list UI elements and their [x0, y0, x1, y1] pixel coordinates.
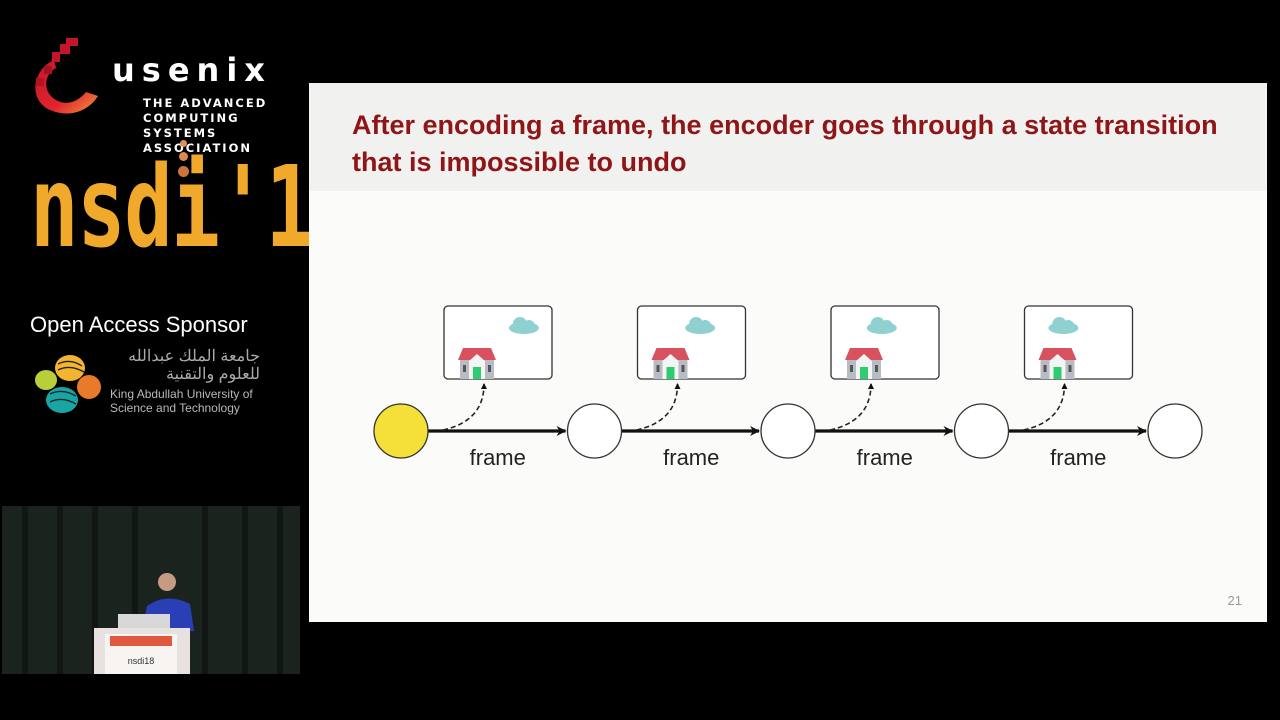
dashed-arrow: [442, 383, 487, 431]
arabic-line: للعلوم والتقنية: [165, 366, 260, 383]
transition-label: frame: [470, 445, 526, 470]
kaust-arabic-name: جامعة الملك عبدالله للعلوم والتقنية: [110, 348, 260, 384]
house-window: [463, 365, 466, 372]
page-number: 21: [1227, 593, 1242, 608]
frame-image: [443, 305, 553, 380]
slide: After encoding a frame, the encoder goes…: [309, 83, 1267, 622]
transition-label: frame: [1050, 445, 1106, 470]
frame-image: [1023, 305, 1134, 380]
frame-image: [830, 305, 940, 380]
dashed-arrow: [636, 383, 681, 431]
dashed-arrow: [829, 383, 874, 431]
initial-state-node: [373, 403, 429, 459]
house-window: [1043, 365, 1047, 372]
house-door: [1053, 367, 1062, 379]
house-door: [473, 367, 481, 379]
usenix-swoosh-icon: [35, 38, 98, 114]
state-node: [566, 403, 623, 459]
state-node: [760, 403, 816, 459]
dashed-arrow: [1023, 383, 1068, 431]
house-icon: [651, 348, 690, 379]
house-window: [850, 365, 853, 372]
cloud-shape: [699, 320, 712, 332]
tagline-line: COMPUTING SYSTEMS: [143, 111, 240, 140]
sidebar: usenix THE ADVANCED COMPUTING SYSTEMS AS…: [0, 0, 361, 720]
usenix-logo: usenix THE ADVANCED COMPUTING SYSTEMS AS…: [26, 30, 296, 155]
speaker-figure: nsdi18: [94, 573, 194, 674]
house-door: [860, 367, 868, 379]
podium-text: nsdi18: [128, 656, 155, 666]
transition-label: frame: [857, 445, 913, 470]
kaust-logo-icon: [35, 355, 101, 413]
tagline-line: THE ADVANCED: [143, 96, 268, 110]
house-window: [681, 365, 685, 372]
house-icon: [458, 348, 496, 379]
arabic-line: جامعة الملك عبدالله: [128, 348, 260, 365]
house-window: [1068, 365, 1072, 372]
house-window: [875, 365, 878, 372]
cloud-shape: [522, 320, 535, 332]
house-icon: [845, 348, 883, 379]
state-transition-diagram: frame frame frame frame: [373, 305, 1203, 470]
usenix-wordmark: usenix: [112, 51, 272, 89]
house-door: [666, 367, 675, 379]
transition-label: frame: [663, 445, 719, 470]
house-window: [656, 365, 660, 372]
english-line: Science and Technology: [110, 401, 240, 415]
state-node: [1147, 403, 1203, 459]
speaker-video[interactable]: nsdi18: [2, 506, 300, 674]
state-node: [953, 403, 1010, 459]
frame-image: [636, 305, 747, 380]
kaust-english-name: King Abdullah University of Science and …: [110, 387, 253, 415]
house-window: [488, 365, 491, 372]
cloud-shape: [880, 320, 893, 332]
english-line: King Abdullah University of: [110, 387, 253, 401]
cloud-shape: [1062, 320, 1075, 332]
house-icon: [1038, 348, 1077, 379]
sponsor-heading: Open Access Sponsor: [30, 312, 248, 337]
